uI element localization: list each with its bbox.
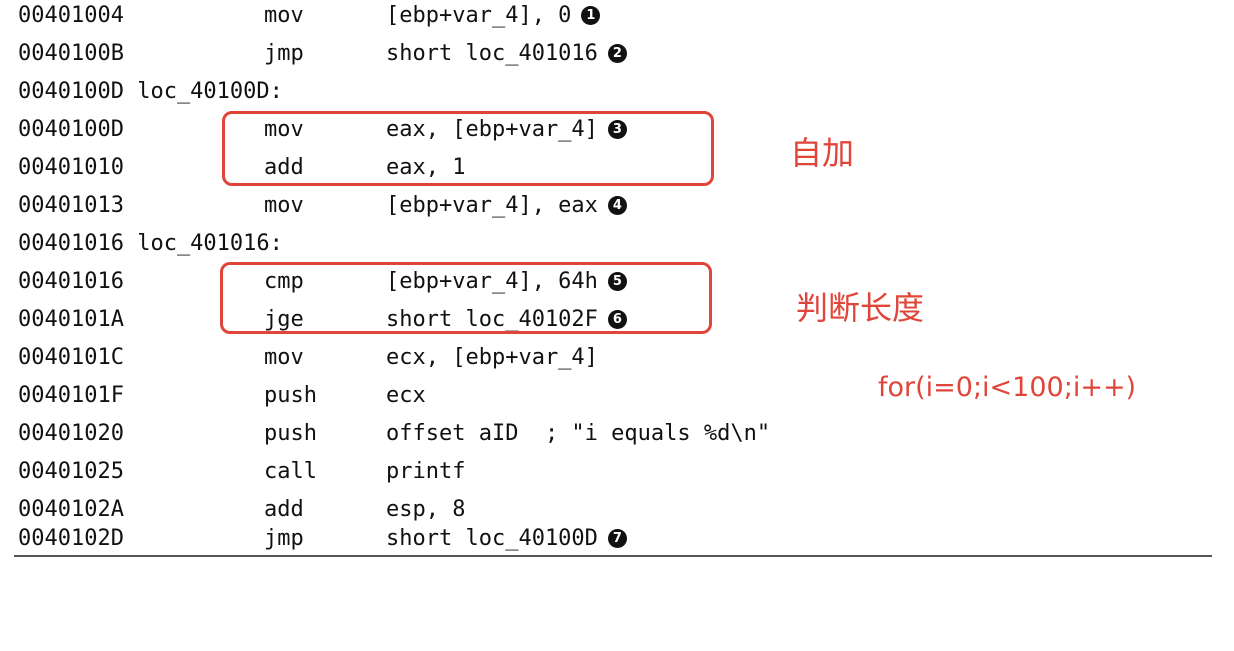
code-line: 0040100B jmp short loc_401016 2 [0,41,627,79]
length-check-annotation: 判断长度 [796,289,925,327]
line-address: 00401016 [18,269,124,294]
line-address: 00401025 [18,459,124,484]
bottom-divider [14,555,1212,557]
operands-text: esp, 8 [386,497,466,522]
line-operands: short loc_401016 2 [386,41,627,66]
line-mnemonic: add [264,497,304,522]
line-address: 00401004 [18,3,124,28]
code-line: 0040101A jge short loc_40102F 6 [0,307,627,345]
line-mnemonic: push [264,421,317,446]
line-address: 00401020 [18,421,124,446]
line-address: 0040100B [18,41,124,66]
line-address: 0040102A [18,497,124,522]
operands-text: printf [386,459,466,484]
code-line: 0040101C mov ecx, [ebp+var_4] [0,345,598,383]
line-mnemonic: mov [264,193,304,218]
code-line: 0040101F push ecx [0,383,426,421]
line-operands: printf [386,459,465,484]
line-mnemonic: jmp [264,526,304,551]
code-line: 0040100D mov eax, [ebp+var_4] 3 [0,117,627,155]
code-line: 00401010 add eax, 1 [0,155,465,193]
code-line: 00401004 mov [ebp+var_4], 0 1 [0,3,601,41]
code-label-line: 0040100D loc_40100D: [0,79,283,117]
line-operands: [ebp+var_4], eax 4 [386,193,627,218]
line-address: 0040101F [18,383,124,408]
for-loop-annotation: for(i=0;i<100;i++) [878,372,1137,403]
step-marker: 7 [607,529,627,548]
line-operands: ecx [386,383,426,408]
line-operands: short loc_40100D 7 [386,526,627,551]
line-address: 00401010 [18,155,124,180]
code-line: 00401016 cmp [ebp+var_4], 64h 5 [0,269,627,307]
line-operands: offset aID ; "i equals %d\n" [386,421,770,446]
step-marker: 1 [581,6,601,25]
line-address: 0040101A [18,307,124,332]
operands-text: short loc_40100D [386,526,598,551]
line-address: 0040101C [18,345,124,370]
code-line: 00401025 call printf [0,459,465,497]
operands-text: ecx, [ebp+var_4] [386,345,598,370]
operands-text: [ebp+var_4], eax [386,193,598,218]
line-address: 0040100D [18,117,124,142]
code-label-line: 00401016 loc_401016: [0,231,283,269]
line-address: 00401013 [18,193,124,218]
code-line: 0040102D jmp short loc_40100D 7 [0,526,627,564]
length-check-highlight-box [220,262,712,334]
line-mnemonic: mov [264,345,304,370]
line-operands: esp, 8 [386,497,465,522]
operands-text: offset aID ; "i equals %d\n" [386,421,771,446]
line-operands: [ebp+var_4], 0 1 [386,3,601,28]
increment-annotation: 自加 [790,134,855,172]
loc-label: 00401016 loc_401016: [18,231,283,256]
loc-label: 0040100D loc_40100D: [18,79,283,104]
line-mnemonic: push [264,383,317,408]
step-marker: 2 [607,44,627,63]
line-mnemonic: jmp [264,41,304,66]
line-operands: ecx, [ebp+var_4] [386,345,598,370]
line-address: 0040102D [18,526,124,551]
step-marker: 4 [607,196,627,215]
code-line: 00401020 push offset aID ; "i equals %d\… [0,421,770,459]
increment-highlight-box [222,111,714,186]
operands-text: short loc_401016 [386,41,598,66]
operands-text: ecx [386,383,426,408]
code-line: 00401013 mov [ebp+var_4], eax 4 [0,193,627,231]
operands-text: [ebp+var_4], 0 [386,3,572,28]
line-mnemonic: mov [264,3,304,28]
line-mnemonic: call [264,459,317,484]
